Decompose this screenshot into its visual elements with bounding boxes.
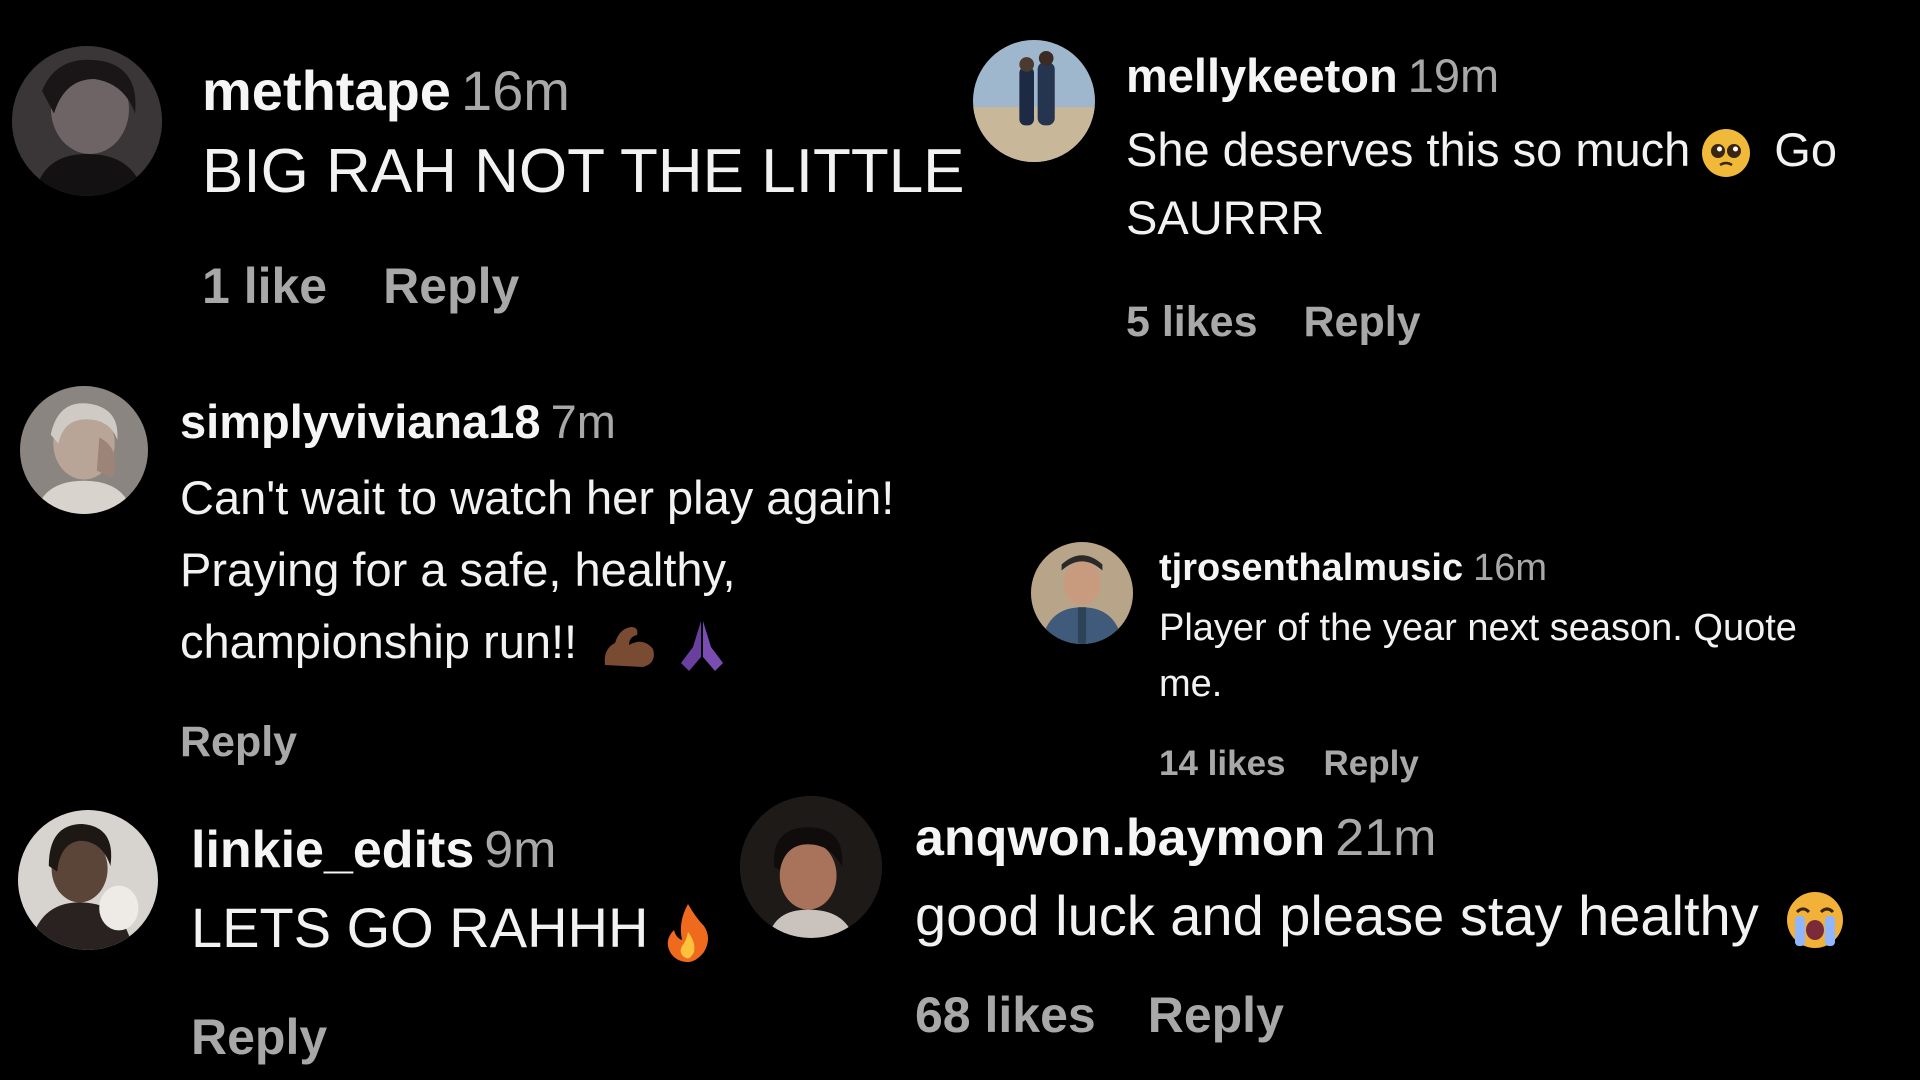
flexed-biceps-icon — [599, 619, 657, 671]
reply-button[interactable]: Reply — [1324, 744, 1419, 783]
comment-text: Player of the year next season. Quote me… — [1159, 600, 1919, 712]
folded-hands-icon — [673, 617, 731, 673]
like-count[interactable]: 68 likes — [915, 987, 1096, 1043]
timestamp: 21m — [1335, 809, 1437, 867]
reply-button[interactable]: Reply — [383, 258, 519, 314]
like-count[interactable]: 14 likes — [1159, 744, 1286, 783]
reply-button[interactable]: Reply — [1148, 987, 1284, 1043]
timestamp: 9m — [484, 821, 557, 879]
timestamp: 16m — [460, 59, 570, 122]
avatar-image — [740, 796, 882, 938]
avatar-image — [973, 40, 1095, 162]
comment-text-line: SAURRR — [1126, 190, 1325, 244]
timestamp: 7m — [550, 395, 616, 448]
comment-text-line: Praying for a safe, healthy, — [180, 542, 736, 596]
pleading-face-icon — [1700, 127, 1752, 179]
username[interactable]: tjrosenthalmusic — [1159, 547, 1463, 589]
comment-text: good luck and please stay healthy — [915, 883, 1915, 950]
username[interactable]: linkie_edits — [191, 821, 474, 879]
comment-text-line: me. — [1159, 662, 1223, 705]
avatar[interactable] — [740, 796, 882, 938]
comment-text: Can't wait to watch her play again! Pray… — [180, 462, 1080, 678]
comment-text-line: good luck and please stay healthy — [915, 884, 1759, 948]
avatar-image — [20, 386, 148, 514]
avatar[interactable] — [1031, 542, 1133, 644]
reply-button[interactable]: Reply — [180, 718, 297, 766]
avatar[interactable] — [20, 386, 148, 514]
like-count[interactable]: 5 likes — [1126, 298, 1258, 346]
comment-text-line: Player of the year next season. Quote — [1159, 606, 1797, 649]
reply-button[interactable]: Reply — [191, 1009, 327, 1065]
timestamp: 16m — [1473, 547, 1547, 589]
comment-text-line: Can't wait to watch her play again! — [180, 470, 895, 524]
avatar[interactable] — [18, 810, 158, 950]
comment-text: BIG RAH NOT THE LITTLE — [202, 136, 965, 206]
like-count[interactable]: 1 like — [202, 258, 327, 314]
timestamp: 19m — [1407, 49, 1500, 102]
comment-text-line: championship run!! — [180, 614, 578, 668]
comment-text-line: She deserves this so much — [1126, 122, 1691, 176]
avatar[interactable] — [973, 40, 1095, 162]
avatar[interactable] — [12, 46, 162, 196]
comment-text-line: LETS GO RAHHH — [191, 896, 649, 960]
username[interactable]: mellykeeton — [1126, 49, 1398, 102]
avatar-image — [18, 810, 158, 950]
username[interactable]: simplyviviana18 — [180, 395, 541, 448]
comment-text: LETS GO RAHHH — [191, 895, 791, 963]
comment-text-tail: Go — [1774, 122, 1837, 176]
reply-button[interactable]: Reply — [1304, 298, 1421, 346]
fire-icon — [664, 902, 712, 963]
comment-text: She deserves this so much Go SAURRR — [1126, 116, 1920, 252]
username[interactable]: anqwon.baymon — [915, 809, 1325, 867]
username[interactable]: methtape — [202, 59, 451, 122]
loudly-crying-face-icon — [1785, 890, 1845, 950]
avatar-image — [12, 46, 162, 196]
avatar-image — [1031, 542, 1133, 644]
